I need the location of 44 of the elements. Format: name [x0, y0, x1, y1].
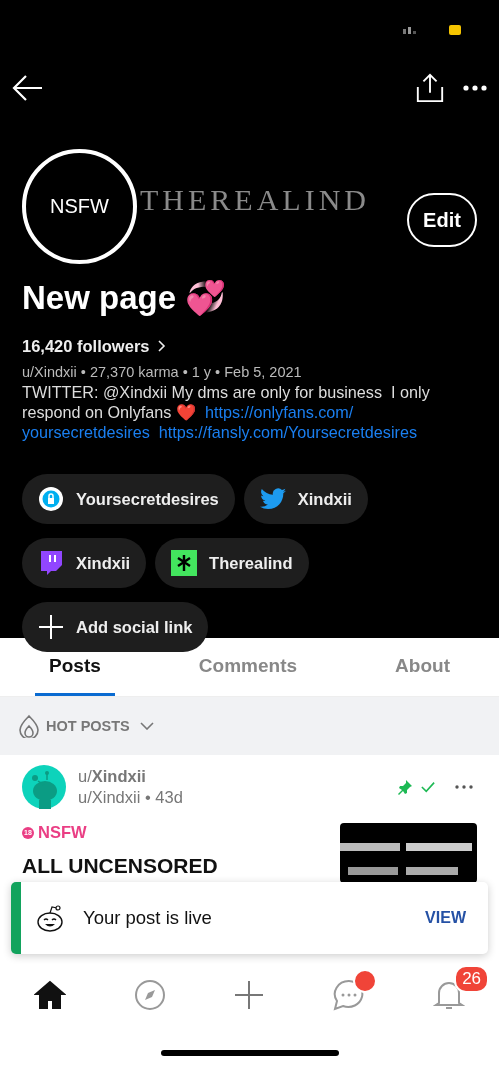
flame-icon — [18, 714, 40, 738]
twitch-icon — [38, 550, 64, 576]
sort-dropdown[interactable]: HOT POSTS — [18, 714, 154, 738]
chat-icon[interactable] — [333, 979, 366, 1011]
user-avatar-icon[interactable] — [22, 765, 66, 809]
asterisk-icon — [171, 550, 198, 576]
nsfw-tag: NSFW — [38, 823, 87, 842]
chevron-right-icon — [158, 340, 167, 352]
followers-link[interactable]: 16,420 followers — [22, 337, 477, 356]
more-icon[interactable] — [463, 85, 487, 91]
back-arrow-icon[interactable] — [12, 74, 44, 102]
post-author[interactable]: u/Xindxii — [78, 767, 183, 786]
mascot-icon — [35, 903, 65, 933]
social-link-chip[interactable]: Xindxii — [22, 538, 147, 588]
profile-meta: u/Xindxii • 27,370 karma • 1 y • Feb 5, 2021 — [22, 364, 303, 380]
more-icon[interactable] — [455, 785, 473, 789]
bio-link[interactable]: https://fansly.com/Yoursecretdesires — [158, 423, 417, 441]
home-icon[interactable] — [33, 979, 66, 1011]
toast-message: Your post is live — [83, 907, 212, 929]
plus-icon — [38, 614, 64, 640]
bio-link[interactable]: https://onlyfans.com/ — [204, 403, 354, 421]
notification-badge: 26 — [454, 965, 490, 993]
signal-icon — [403, 26, 419, 34]
compass-icon[interactable] — [133, 979, 166, 1011]
lock-icon — [38, 486, 64, 512]
post-title[interactable]: ALL UNCENSORED — [22, 854, 218, 878]
social-link-chip[interactable]: Xindxii — [243, 474, 368, 524]
battery-icon — [449, 25, 461, 35]
profile-avatar: NSFW — [22, 148, 137, 264]
view-button[interactable]: VIEW — [425, 909, 466, 927]
plus-icon[interactable] — [233, 979, 266, 1011]
share-icon[interactable] — [415, 73, 445, 103]
social-link-chip[interactable]: Yoursecretdesires — [22, 474, 235, 524]
chevron-down-icon — [139, 722, 154, 730]
profile-tab[interactable]: About — [381, 638, 464, 696]
profile-bio: TWITTER: @Xindxii My dms are only for business I only respond on Onlyfans ❤ https://onlyfans.com/ yoursecretdesires https://fansly.com/Yoursecretdesires — [22, 382, 431, 442]
social-link-chip[interactable]: Add social link — [22, 602, 209, 652]
bird-icon — [259, 486, 286, 512]
post-byline: u/Xindxii • 43d — [78, 788, 183, 807]
social-link-chip[interactable]: Therealind — [155, 538, 309, 588]
edit-button[interactable]: Edit — [407, 193, 477, 247]
profile-name: New page 💞 — [22, 278, 228, 317]
banner-text: THEREALIND — [140, 183, 370, 217]
bio-link[interactable]: yoursecretdesires — [22, 423, 150, 441]
